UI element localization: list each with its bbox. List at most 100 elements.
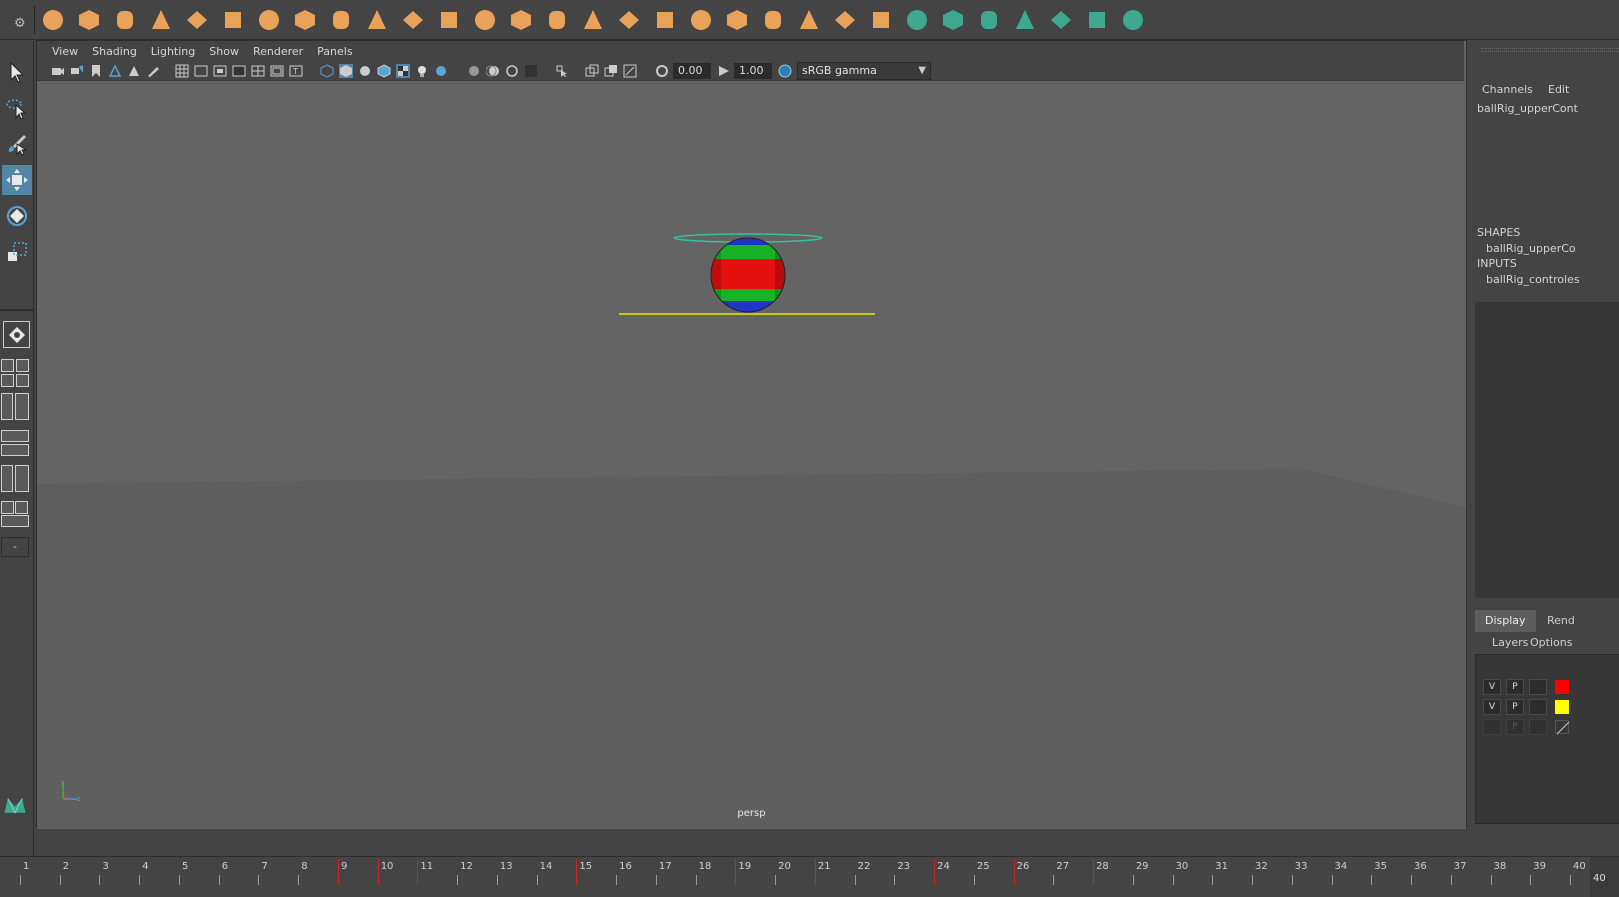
viewport-persp[interactable]: View Shading Lighting Show Renderer Pane…	[36, 40, 1466, 829]
gamma-icon[interactable]	[717, 64, 731, 78]
layer-color-swatch[interactable]	[1555, 700, 1569, 714]
panel-grip[interactable]	[1481, 48, 1619, 52]
select-camera-icon[interactable]	[51, 64, 65, 78]
checker-icon[interactable]	[1084, 7, 1110, 33]
menu-lighting[interactable]: Lighting	[144, 45, 202, 58]
paint-select-tool-icon[interactable]	[2, 129, 32, 159]
wireframe-on-shaded-icon[interactable]	[377, 64, 391, 78]
persp-layout-icon[interactable]	[15, 393, 29, 420]
gate-mask-icon[interactable]	[232, 64, 246, 78]
target-weld-icon[interactable]	[652, 7, 678, 33]
graph-editor-layout-icon[interactable]	[1, 430, 29, 442]
loft-icon[interactable]	[1012, 7, 1038, 33]
display-type-toggle[interactable]	[1529, 719, 1547, 735]
use-default-material-icon[interactable]	[358, 64, 372, 78]
menu-show[interactable]: Show	[202, 45, 246, 58]
shape-item[interactable]: ballRig_upperCo	[1486, 242, 1576, 255]
film-gate-icon[interactable]	[194, 64, 208, 78]
persp-layout-icon[interactable]	[15, 465, 29, 492]
menu-panels[interactable]: Panels	[310, 45, 359, 58]
tab-display[interactable]: Display	[1475, 610, 1536, 632]
multicut-icon[interactable]	[580, 7, 606, 33]
subdivide-icon[interactable]	[436, 7, 462, 33]
tab-render[interactable]: Rend	[1537, 610, 1585, 632]
layer-color-swatch[interactable]	[1555, 680, 1569, 694]
scene-view[interactable]	[37, 41, 1466, 829]
lasso-tool-icon[interactable]	[2, 93, 32, 123]
smooth-icon[interactable]	[400, 7, 426, 33]
uv-editor-icon[interactable]	[688, 7, 714, 33]
tab-edit[interactable]: Edit	[1548, 83, 1569, 96]
current-frame-box[interactable]: 40	[1590, 857, 1619, 897]
screen-space-ao-icon[interactable]	[467, 64, 481, 78]
selected-node-name[interactable]: ballRig_upperCont	[1477, 102, 1578, 115]
display-type-toggle[interactable]	[1529, 679, 1547, 695]
graph-editor-layout-icon[interactable]	[1, 515, 29, 527]
bookmark-icon[interactable]	[89, 64, 103, 78]
cube-icon[interactable]	[76, 7, 102, 33]
center-pivot-icon[interactable]	[724, 7, 750, 33]
display-type-toggle[interactable]	[1529, 699, 1547, 715]
pyramid-icon[interactable]	[256, 7, 282, 33]
rotate-tool-icon[interactable]	[2, 201, 32, 231]
outliner-layout-icon[interactable]	[1, 393, 13, 420]
outliner-layout-icon[interactable]	[1, 465, 13, 492]
layout-icon[interactable]	[1, 374, 14, 387]
field-chart-icon[interactable]	[251, 64, 265, 78]
deformer-icon[interactable]	[1120, 7, 1146, 33]
xray-joints-icon[interactable]	[604, 64, 618, 78]
smooth-shade-icon[interactable]	[339, 64, 353, 78]
layout-icon[interactable]	[15, 501, 28, 514]
pipe-icon[interactable]	[292, 7, 318, 33]
scale-tool-icon[interactable]	[2, 237, 32, 267]
delete-history-icon[interactable]	[796, 7, 822, 33]
curve-icon[interactable]	[904, 7, 930, 33]
torus-icon[interactable]	[220, 7, 246, 33]
menu-layers[interactable]: Layers	[1492, 636, 1528, 649]
image-plane-icon[interactable]	[108, 64, 122, 78]
color-space-select[interactable]: sRGB gamma ▼	[797, 62, 931, 80]
four-view-layout-icon[interactable]	[1, 359, 14, 372]
time-slider-track[interactable]: 1 2 3 4 5 6 7 8 9 10 11 12 13 14 15 16 17 18 19 20 21 22 23 24 2…	[14, 857, 1586, 897]
bevel-icon[interactable]	[472, 7, 498, 33]
safe-action-icon[interactable]	[270, 64, 284, 78]
resolution-gate-icon[interactable]	[213, 64, 227, 78]
nurbs-patch-icon[interactable]	[976, 7, 1002, 33]
menu-options[interactable]: Options	[1530, 636, 1572, 649]
sphere-icon[interactable]	[40, 7, 66, 33]
shadows-icon[interactable]	[434, 64, 448, 78]
visibility-toggle[interactable]: V	[1483, 699, 1501, 715]
separate-icon[interactable]	[364, 7, 390, 33]
tab-channels[interactable]: Channels	[1482, 83, 1533, 96]
safe-title-icon[interactable]: T	[289, 64, 303, 78]
motion-blur-icon[interactable]	[485, 64, 500, 78]
playback-toggle[interactable]: P	[1506, 699, 1524, 715]
bounding-box-icon[interactable]	[868, 7, 894, 33]
menu-renderer[interactable]: Renderer	[246, 45, 310, 58]
layer-color-swatch[interactable]	[1555, 720, 1570, 735]
menu-shading[interactable]: Shading	[85, 45, 144, 58]
persp-outliner-layout-icon[interactable]	[16, 359, 29, 372]
layout-icon[interactable]	[1, 501, 14, 514]
grease-pencil-icon[interactable]	[146, 64, 160, 78]
layout-options-button[interactable]: -	[1, 537, 29, 557]
extrude-icon[interactable]	[508, 7, 534, 33]
layout-icon[interactable]	[16, 374, 29, 387]
xray-icon[interactable]	[585, 64, 599, 78]
anti-aliasing-icon[interactable]	[505, 64, 519, 78]
xray-active-components-icon[interactable]	[623, 64, 637, 78]
gamma-field[interactable]: 1.00	[734, 63, 772, 79]
cylinder-icon[interactable]	[112, 7, 138, 33]
graph-editor-layout-icon[interactable]	[1, 444, 29, 456]
visibility-toggle[interactable]: V	[1483, 679, 1501, 695]
align-icon[interactable]	[832, 7, 858, 33]
playback-toggle[interactable]: P	[1506, 719, 1524, 735]
camera-attributes-icon[interactable]	[70, 64, 84, 78]
shelf-settings-icon[interactable]: ⚙	[14, 16, 26, 31]
exposure-field[interactable]: 0.00	[673, 63, 711, 79]
depth-of-field-icon[interactable]	[524, 64, 538, 78]
move-tool-icon[interactable]	[2, 165, 32, 195]
visibility-toggle[interactable]	[1483, 719, 1501, 735]
plane-icon[interactable]	[184, 7, 210, 33]
surface-icon[interactable]	[940, 7, 966, 33]
